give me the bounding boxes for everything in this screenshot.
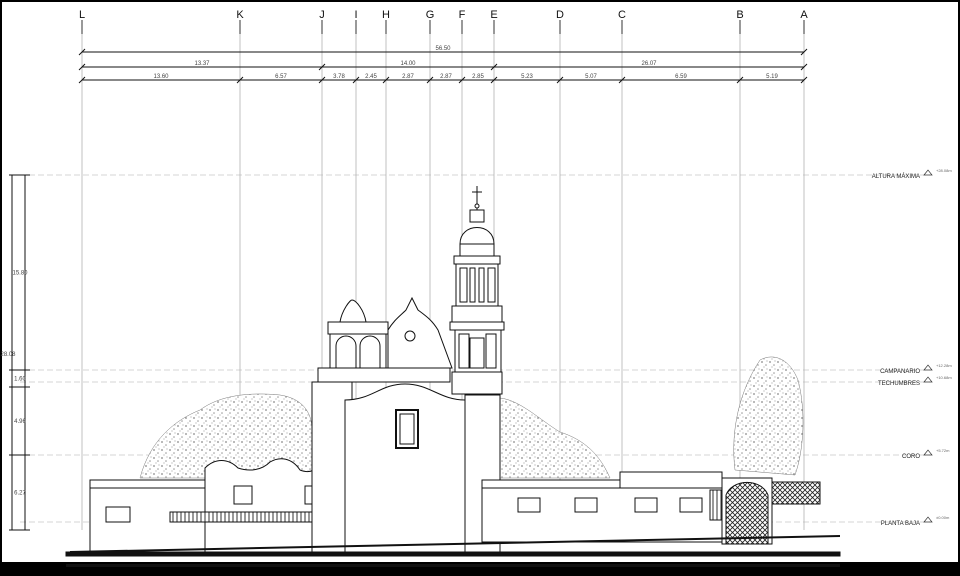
level-value-2: +10.68m — [936, 375, 952, 380]
dim-bottom-label-0: 13.60 — [153, 74, 169, 80]
dim-middle-label-1: 14.00 — [400, 61, 416, 67]
axis-label-L: L — [79, 9, 85, 21]
annex-window-1 — [517, 497, 541, 513]
axis-label-D: D — [556, 9, 564, 21]
level-name-0: ALTURA MÁXIMA — [872, 173, 920, 180]
dim-bottom-label-10: 5.19 — [766, 74, 778, 80]
level-value-3: +5.72m — [936, 448, 950, 453]
fence-right — [771, 481, 821, 505]
elevation-drawing: L K J I H G F E D C B A 56.50 13.37 14.00 26.07 13.60 6.… — [0, 2, 958, 567]
axis-label-H: H — [382, 9, 390, 21]
level-name-3: CORO — [902, 454, 920, 460]
axis-label-B: B — [736, 9, 743, 21]
belfry-gable-base — [317, 367, 451, 383]
dim-bottom-label-8: 5.07 — [585, 74, 597, 80]
level-name-2: TECHUMBRES — [878, 381, 920, 387]
dim-total-label-0: 56.50 — [435, 46, 451, 52]
axis-label-F: F — [459, 9, 466, 21]
dim-bottom-label-1: 6.57 — [275, 74, 287, 80]
vdim-total-label: 28.08 — [0, 352, 16, 358]
level-value-4: ±0.00m — [936, 515, 950, 520]
dim-bottom-label-4: 2.87 — [402, 74, 414, 80]
dim-bottom-label-2: 3.78 — [333, 74, 345, 80]
axis-label-A: A — [800, 9, 808, 21]
gate-grille — [725, 481, 769, 545]
axis-label-I: I — [354, 9, 357, 21]
vdim-segment-label-3: 6.27 — [14, 491, 26, 497]
annex-window-4 — [679, 497, 703, 513]
sidewalk — [65, 551, 841, 557]
annex-window-3 — [634, 497, 658, 513]
vdim-segment-label-1: 1.60 — [14, 377, 26, 383]
dim-bottom-label-3: 2.45 — [365, 74, 377, 80]
axis-label-J: J — [319, 9, 325, 21]
level-value-1: +12.28m — [936, 363, 952, 368]
dim-middle-label-0: 13.37 — [194, 61, 210, 67]
dim-middle-label-2: 26.07 — [641, 61, 657, 67]
level-name-4: PLANTA BAJA — [881, 521, 920, 527]
left-annex-window — [105, 506, 131, 523]
gable-oculus — [404, 330, 416, 342]
axis-label-K: K — [236, 9, 244, 21]
vdim-segment-label-2: 4.96 — [14, 419, 26, 425]
annex-window-2 — [574, 497, 598, 513]
right-annex-upper — [619, 471, 723, 489]
atrium-window-left — [233, 485, 253, 505]
axis-label-C: C — [618, 9, 626, 21]
vdim-segment-label-0: 15.80 — [12, 271, 28, 277]
level-value-0: +28.08m — [936, 168, 952, 173]
level-name-1: CAMPANARIO — [880, 369, 920, 375]
dim-bottom-label-7: 5.23 — [521, 74, 533, 80]
dim-bottom-label-6: 2.85 — [472, 74, 484, 80]
dim-bottom-label-5: 2.87 — [440, 74, 452, 80]
axis-label-E: E — [490, 9, 497, 21]
axis-label-G: G — [426, 9, 435, 21]
dim-bottom-label-9: 6.59 — [675, 74, 687, 80]
